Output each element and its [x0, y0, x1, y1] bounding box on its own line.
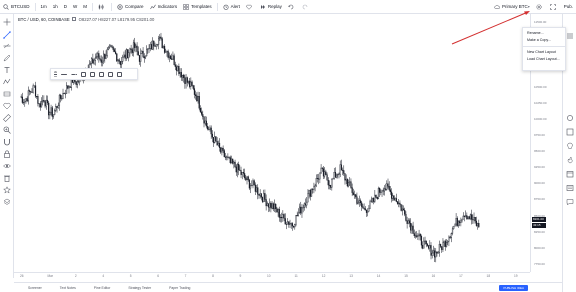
layout-context-menu: Rename... Make a Copy... New Chart Layou… — [522, 27, 566, 71]
menu-divider — [523, 46, 565, 47]
menu-item-load-layout[interactable]: Load Chart Layout... — [523, 56, 565, 63]
red-arrow-annotation — [451, 11, 529, 45]
menu-item-make-copy[interactable]: Make a Copy... — [523, 37, 565, 44]
menu-item-new-layout[interactable]: New Chart Layout — [523, 49, 565, 56]
arrow-head — [524, 11, 530, 15]
menu-item-rename[interactable]: Rename... — [523, 30, 565, 37]
annotation-layer — [451, 11, 530, 45]
